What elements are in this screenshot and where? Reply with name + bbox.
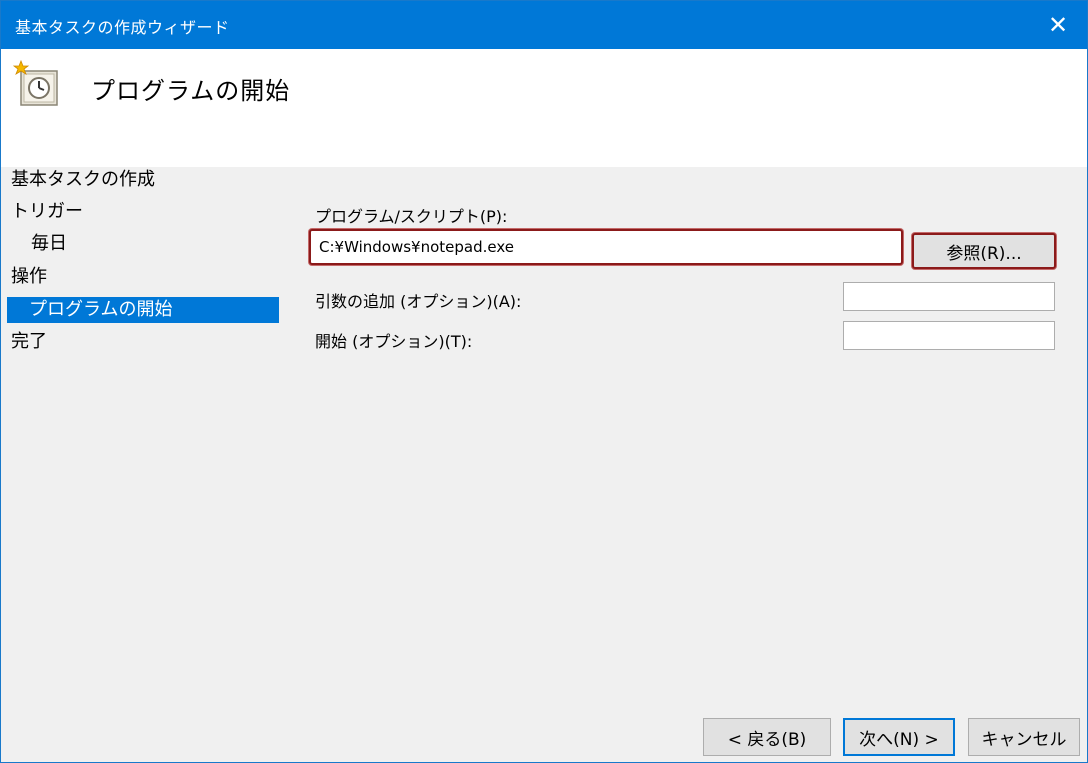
- header-panel: プログラムの開始: [1, 49, 1087, 167]
- task-scheduler-clock-icon: [13, 59, 58, 106]
- title-bar: 基本タスクの作成ウィザード ✕: [1, 1, 1087, 49]
- wizard-window: 基本タスクの作成ウィザード ✕ プログラムの開始 基本タスクの作成 トリガー 毎…: [0, 0, 1088, 763]
- nav-item-action: 操作: [11, 266, 47, 287]
- start-in-label: 開始 (オプション)(T):: [315, 332, 473, 351]
- cancel-button[interactable]: キャンセル: [968, 718, 1080, 756]
- nav-item-finish: 完了: [11, 331, 47, 352]
- add-arguments-label: 引数の追加 (オプション)(A):: [315, 292, 522, 311]
- nav-item-trigger: トリガー: [11, 201, 83, 222]
- close-icon: ✕: [1047, 11, 1069, 39]
- nav-item-daily: 毎日: [31, 233, 67, 254]
- next-button-label: 次へ(N) >: [859, 729, 939, 750]
- browse-button[interactable]: 参照(R)...: [912, 233, 1056, 269]
- back-button-label: < 戻る(B): [727, 729, 807, 750]
- program-script-label: プログラム/スクリプト(P):: [315, 207, 508, 226]
- browse-button-label: 参照(R)...: [946, 243, 1022, 264]
- program-script-input[interactable]: [309, 229, 903, 265]
- close-button[interactable]: ✕: [1029, 1, 1087, 49]
- back-button[interactable]: < 戻る(B): [703, 718, 831, 756]
- add-arguments-input[interactable]: [843, 282, 1055, 311]
- window-title: 基本タスクの作成ウィザード: [15, 18, 230, 37]
- nav-item-start-program: プログラムの開始: [7, 297, 279, 323]
- start-in-input[interactable]: [843, 321, 1055, 350]
- page-title: プログラムの開始: [91, 77, 291, 105]
- nav-item-create-basic-task: 基本タスクの作成: [11, 169, 155, 190]
- cancel-button-label: キャンセル: [981, 729, 1067, 750]
- next-button[interactable]: 次へ(N) >: [843, 718, 955, 756]
